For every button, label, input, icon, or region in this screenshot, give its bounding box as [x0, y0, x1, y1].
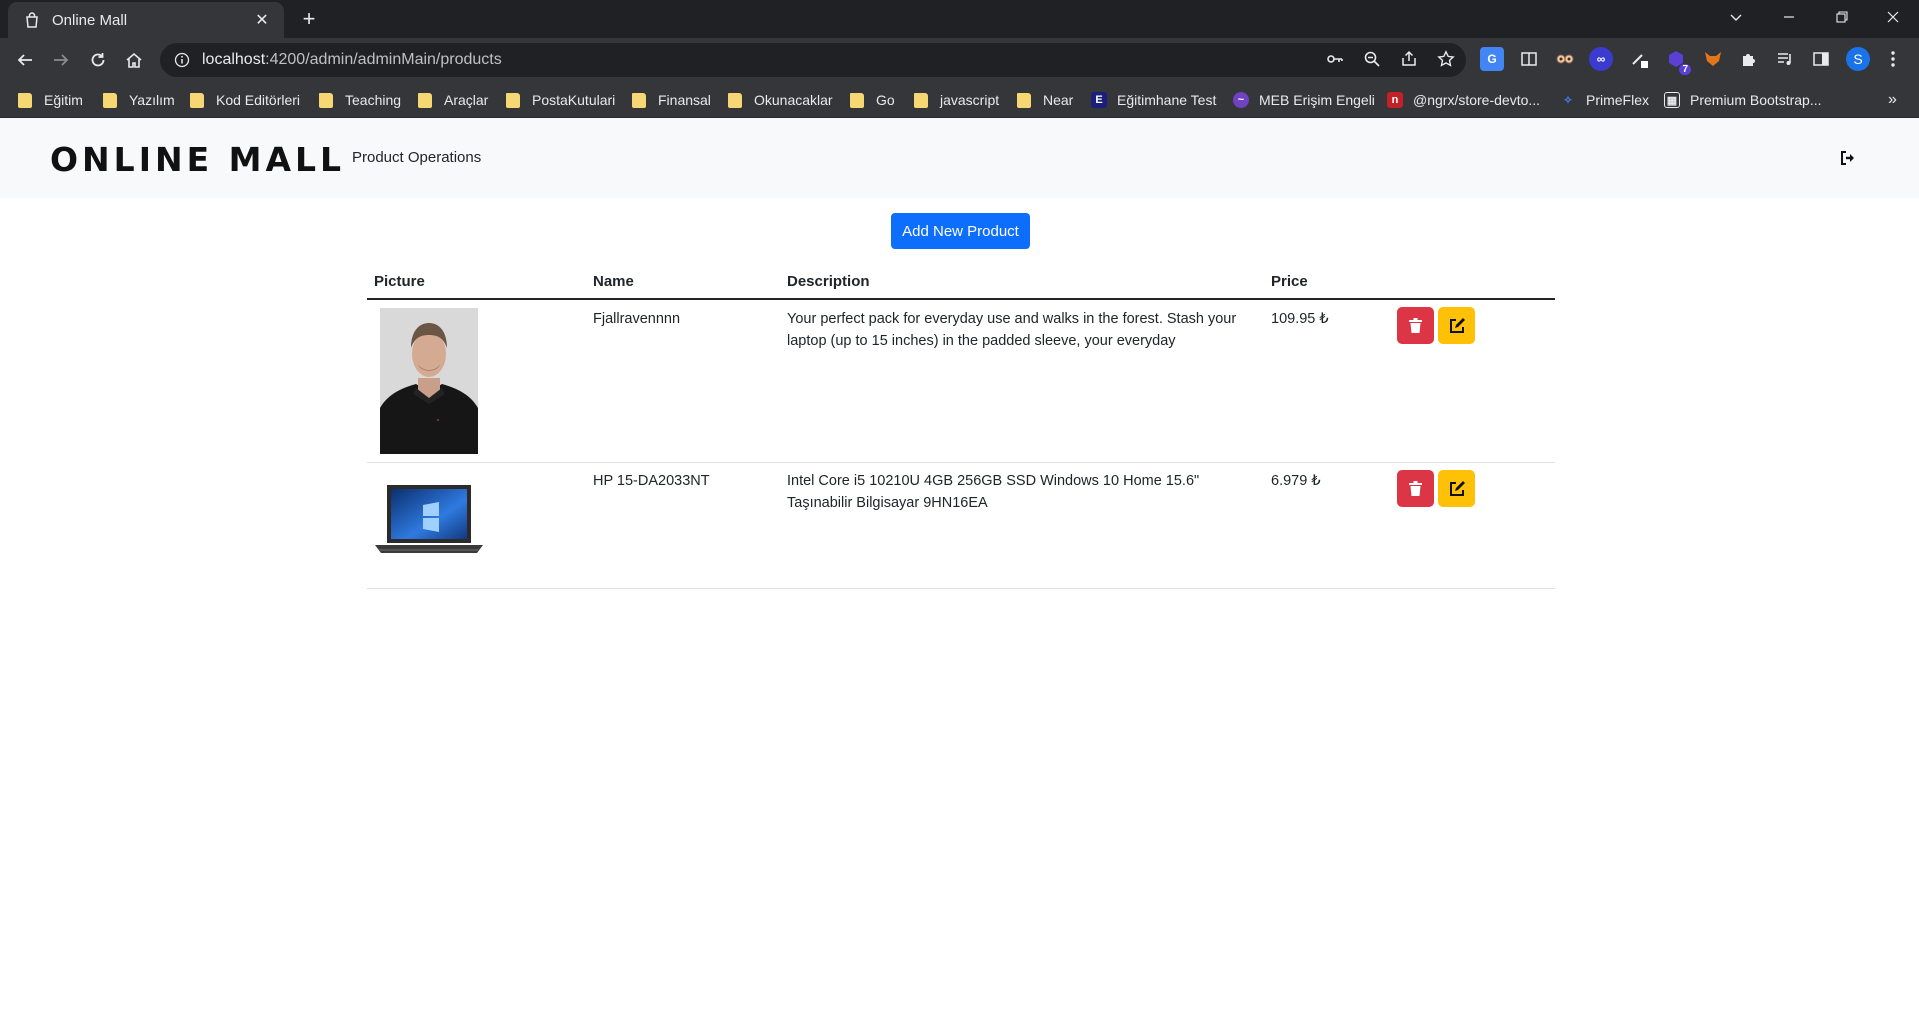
home-icon[interactable] — [120, 46, 148, 74]
product-image-laptop — [373, 483, 485, 561]
bookmark-folder[interactable]: Eğitim — [18, 90, 83, 110]
folder-icon — [190, 92, 204, 108]
edit-pencil-icon — [1449, 480, 1465, 496]
column-header-description: Description — [787, 273, 870, 290]
bookmark-site[interactable]: n @ngrx/store-devto... — [1387, 90, 1540, 110]
bookmark-folder[interactable]: Araçlar — [418, 90, 488, 110]
bookmark-site[interactable]: ⟡ PrimeFlex — [1560, 90, 1649, 110]
bookmark-folder[interactable]: Teaching — [319, 90, 401, 110]
column-header-picture: Picture — [374, 273, 425, 290]
bookmark-folder[interactable]: Okunacaklar — [728, 90, 833, 110]
trash-icon — [1409, 481, 1422, 496]
table-header: Picture Name Description Price — [367, 264, 1555, 300]
delete-button[interactable] — [1397, 307, 1434, 344]
bookmark-site[interactable]: E Eğitimhane Test — [1091, 90, 1216, 110]
puzzle-extensions-icon[interactable] — [1737, 47, 1761, 71]
page-content: ONLINE MALL Product Operations Add New P… — [0, 118, 1919, 1025]
bookmark-folder[interactable]: Near — [1017, 90, 1073, 110]
trash-icon — [1409, 318, 1422, 333]
browser-tab[interactable]: Online Mall ✕ — [8, 2, 284, 38]
folder-icon — [418, 92, 432, 108]
folder-icon — [914, 92, 928, 108]
close-tab-icon[interactable]: ✕ — [252, 10, 272, 30]
infinity-extension-icon[interactable]: ∞ — [1589, 47, 1613, 71]
bookmark-site[interactable]: ▦ Premium Bootstrap... — [1664, 90, 1822, 110]
folder-icon — [319, 92, 333, 108]
product-price: 109.95 ₺ — [1271, 311, 1329, 327]
shopping-bag-icon — [26, 12, 38, 28]
close-window-icon[interactable] — [1866, 0, 1919, 34]
table-row: Fjallravennnn Your perfect pack for ever… — [367, 300, 1555, 463]
password-key-icon[interactable] — [1323, 47, 1347, 71]
product-description: Your perfect pack for everyday use and w… — [787, 311, 1237, 349]
url-text: localhost:4200/admin/adminMain/products — [202, 51, 502, 68]
bookmark-folder[interactable]: Finansal — [632, 90, 711, 110]
folder-icon — [850, 92, 864, 108]
e-logo-icon: E — [1091, 92, 1107, 108]
folder-icon — [18, 92, 32, 108]
column-header-name: Name — [593, 273, 634, 290]
meb-logo-icon: ~ — [1233, 92, 1249, 108]
browser-menu-icon[interactable] — [1881, 47, 1905, 71]
add-new-product-button[interactable]: Add New Product — [891, 213, 1030, 249]
bookmark-site[interactable]: ~ MEB Erişim Engeli — [1233, 90, 1375, 110]
npm-logo-icon: n — [1387, 92, 1403, 108]
bookmark-folder[interactable]: Kod Editörleri — [190, 90, 300, 110]
edit-button[interactable] — [1438, 307, 1475, 344]
folder-icon — [103, 92, 117, 108]
pen-extension-icon[interactable] — [1628, 47, 1652, 71]
tab-title: Online Mall — [52, 11, 128, 29]
products-table: Picture Name Description Price Fjallrave — [367, 264, 1555, 589]
fox-extension-icon[interactable] — [1701, 47, 1725, 71]
product-name: HP 15-DA2033NT — [593, 473, 710, 489]
product-image-sweater — [380, 308, 478, 454]
folder-icon — [632, 92, 646, 108]
bookmark-folder[interactable]: Yazılım — [103, 90, 175, 110]
address-bar[interactable]: localhost:4200/admin/adminMain/products — [160, 43, 1466, 77]
folder-icon — [728, 92, 742, 108]
bookmark-folder[interactable]: javascript — [914, 90, 999, 110]
delete-button[interactable] — [1397, 470, 1434, 507]
product-price: 6.979 ₺ — [1271, 473, 1321, 489]
forward-icon[interactable] — [47, 46, 75, 74]
bookmark-folder[interactable]: Go — [850, 90, 895, 110]
cube-extension-icon[interactable]: 7 — [1664, 47, 1691, 75]
edit-button[interactable] — [1438, 470, 1475, 507]
media-queue-icon[interactable] — [1773, 47, 1797, 71]
product-description: Intel Core i5 10210U 4GB 256GB SSD Windo… — [787, 473, 1200, 511]
new-tab-button[interactable]: + — [296, 6, 322, 32]
bootstrap-grid-icon: ▦ — [1664, 92, 1680, 108]
folder-icon — [506, 92, 520, 108]
reload-icon[interactable] — [84, 46, 112, 74]
zoom-icon[interactable] — [1360, 47, 1384, 71]
site-info-icon[interactable] — [174, 52, 190, 68]
translate-extension-icon[interactable]: G — [1480, 47, 1504, 71]
bookmarks-overflow-button[interactable]: » — [1888, 90, 1897, 110]
tab-search-icon[interactable] — [1709, 0, 1763, 34]
profile-avatar[interactable]: S — [1846, 47, 1870, 71]
bookmark-star-icon[interactable] — [1434, 47, 1458, 71]
browser-toolbar: localhost:4200/admin/adminMain/products … — [0, 38, 1919, 82]
owl-extension-icon[interactable] — [1553, 47, 1577, 71]
logout-icon[interactable] — [1836, 146, 1860, 170]
edit-pencil-icon — [1449, 317, 1465, 333]
primeflex-logo-icon: ⟡ — [1564, 93, 1572, 106]
back-icon[interactable] — [11, 46, 39, 74]
table-row: HP 15-DA2033NT Intel Core i5 10210U 4GB … — [367, 463, 1555, 589]
nav-link-product-operations[interactable]: Product Operations — [352, 149, 481, 166]
folder-icon — [1017, 92, 1031, 108]
extension-badge: 7 — [1679, 64, 1691, 75]
reader-extension-icon[interactable] — [1517, 47, 1541, 71]
product-name: Fjallravennnn — [593, 311, 681, 327]
share-icon[interactable] — [1397, 47, 1421, 71]
bookmark-folder[interactable]: PostaKutulari — [506, 90, 615, 110]
app-navbar: ONLINE MALL Product Operations — [0, 118, 1919, 198]
minimize-icon[interactable] — [1762, 0, 1816, 34]
browser-tabstrip: Online Mall ✕ + — [0, 0, 1919, 38]
brand-logo[interactable]: ONLINE MALL — [50, 140, 345, 179]
bookmarks-bar: Eğitim Yazılım Kod Editörleri Teaching A… — [0, 82, 1919, 118]
restore-icon[interactable] — [1815, 0, 1869, 34]
side-panel-icon[interactable] — [1809, 47, 1833, 71]
column-header-price: Price — [1271, 273, 1308, 290]
